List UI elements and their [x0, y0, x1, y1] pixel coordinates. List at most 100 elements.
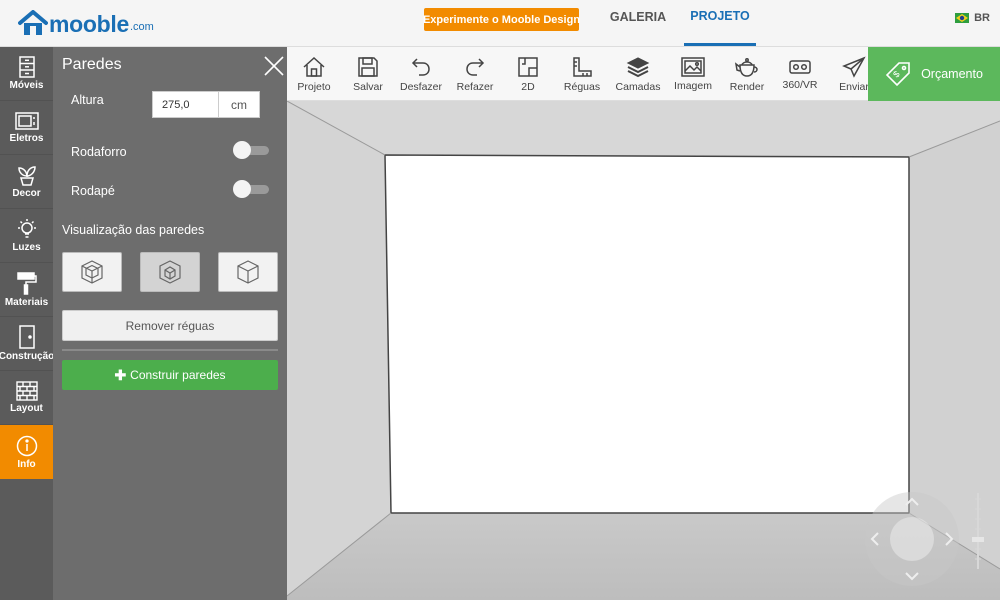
zoom-slider[interactable]: [972, 491, 984, 571]
svg-text:$: $: [891, 69, 902, 80]
build-walls-label: Construir paredes: [130, 368, 226, 382]
sidebar-item-layout[interactable]: Layout: [0, 371, 53, 425]
view-walls-full-button[interactable]: [62, 252, 122, 292]
teapot-icon: [734, 57, 758, 77]
paint-roller-icon: [16, 272, 37, 295]
sidebar-item-label: Construção: [0, 351, 55, 362]
info-icon: [16, 435, 37, 456]
toolbar-label: Render: [729, 80, 765, 93]
wall-view-label: Visualização das paredes: [62, 223, 205, 237]
walls-panel: Paredes Altura cm Rodaforro Rodapé Visua…: [53, 47, 287, 600]
toolbar-label: Refazer: [456, 80, 494, 93]
floorplan-icon: [518, 56, 538, 77]
try-mooble-design-button[interactable]: Experimente o Mooble Design: [423, 8, 580, 31]
close-panel-button[interactable]: [263, 55, 285, 77]
category-sidebar: Móveis Eletros Decor Luzes Materiais Con…: [0, 47, 55, 600]
toolbar-label: Imagem: [674, 79, 712, 92]
sidebar-item-eletros[interactable]: Eletros: [0, 101, 53, 155]
panel-title: Paredes: [62, 56, 122, 73]
ruler-icon: [573, 56, 592, 77]
sidebar-item-label: Eletros: [9, 133, 44, 144]
app-window: mooble .com Experimente o Mooble Design …: [0, 0, 1000, 600]
toolbar-label: Projeto: [297, 80, 331, 93]
mooble-logo[interactable]: mooble .com: [18, 8, 154, 36]
sidebar-item-label: Materiais: [4, 297, 49, 308]
toolbar-label: Camadas: [615, 80, 661, 93]
height-input[interactable]: [152, 91, 219, 118]
cube-solid-icon: [237, 260, 259, 284]
sidebar-item-label: Layout: [10, 403, 43, 414]
toolbar-render-button[interactable]: Render: [723, 47, 771, 100]
undo-icon: [411, 57, 430, 76]
cube-cut-icon: [159, 260, 181, 284]
vr-headset-icon: [789, 59, 811, 74]
sidebar-item-moveis[interactable]: Móveis: [0, 47, 53, 101]
left-wall: [287, 101, 391, 596]
language-selector[interactable]: BR: [955, 12, 990, 24]
house-logo-icon: [18, 10, 48, 35]
tab-projeto[interactable]: PROJETO: [684, 0, 756, 46]
sidebar-item-label: Luzes: [12, 242, 41, 253]
plant-icon: [17, 166, 36, 186]
lightbulb-icon: [17, 219, 36, 238]
view-walls-low-button[interactable]: [218, 252, 278, 292]
toolbar-label: Réguas: [563, 80, 601, 93]
top-header: mooble .com Experimente o Mooble Design …: [0, 0, 1000, 47]
close-icon: [264, 56, 284, 76]
3d-viewport[interactable]: [287, 101, 1000, 600]
redo-icon: [466, 57, 485, 76]
rodape-toggle[interactable]: [233, 180, 269, 198]
main-toolbar: Projeto Salvar Desfazer Refazer 2D Régua…: [287, 47, 868, 101]
toolbar-projeto-button[interactable]: Projeto: [291, 47, 337, 100]
toolbar-imagem-button[interactable]: Imagem: [669, 47, 717, 100]
budget-button[interactable]: $ Orçamento: [868, 47, 1000, 101]
sidebar-item-decor[interactable]: Decor: [0, 155, 53, 209]
home-icon: [303, 56, 325, 77]
microwave-icon: [14, 112, 39, 130]
image-icon: [681, 56, 705, 77]
toolbar-label: 2D: [521, 80, 535, 93]
save-icon: [358, 56, 378, 77]
logo-suffix: .com: [129, 21, 154, 33]
height-label: Altura: [71, 93, 104, 107]
door-icon: [18, 325, 35, 349]
sidebar-item-label: Móveis: [9, 80, 44, 91]
rodaforro-toggle[interactable]: [233, 141, 269, 159]
toolbar-enviar-button[interactable]: Enviar: [831, 47, 868, 100]
price-tag-icon: $: [885, 62, 910, 87]
toolbar-salvar-button[interactable]: Salvar: [345, 47, 391, 100]
toolbar-desfazer-button[interactable]: Desfazer: [397, 47, 445, 100]
sidebar-item-materiais[interactable]: Materiais: [0, 263, 53, 317]
remove-rulers-button[interactable]: Remover réguas: [62, 310, 278, 341]
budget-label: Orçamento: [921, 67, 983, 81]
language-code: BR: [974, 12, 990, 24]
send-icon: [842, 56, 866, 78]
back-wall: [384, 154, 910, 514]
height-unit: cm: [218, 91, 260, 118]
toolbar-camadas-button[interactable]: Camadas: [613, 47, 663, 100]
sidebar-item-info[interactable]: Info: [0, 425, 53, 479]
sidebar-item-label: Decor: [12, 188, 41, 199]
cabinet-icon: [18, 56, 35, 78]
plus-icon: ✚: [114, 366, 127, 383]
rodape-label: Rodapé: [71, 184, 115, 198]
panel-divider: [62, 349, 278, 351]
brazil-flag-icon: [955, 13, 970, 23]
logo-wordmark: mooble: [49, 11, 129, 37]
toolbar-label: Salvar: [353, 80, 383, 93]
camera-navigation-control[interactable]: [864, 491, 960, 587]
toolbar-2d-button[interactable]: 2D: [507, 47, 549, 100]
sidebar-item-construcao[interactable]: Construção: [0, 317, 55, 371]
toolbar-label: Enviar: [839, 80, 868, 93]
view-walls-cut-button[interactable]: [140, 252, 200, 292]
toolbar-reguas-button[interactable]: Réguas: [559, 47, 605, 100]
tab-galeria[interactable]: GALERIA: [600, 0, 676, 46]
toolbar-label: Desfazer: [399, 80, 442, 93]
toolbar-360vr-button[interactable]: 360/VR: [777, 47, 823, 100]
cube-outline-icon: [81, 260, 103, 284]
build-walls-button[interactable]: ✚ Construir paredes: [62, 360, 278, 390]
toolbar-refazer-button[interactable]: Refazer: [451, 47, 499, 100]
rodaforro-label: Rodaforro: [71, 145, 127, 159]
sidebar-item-luzes[interactable]: Luzes: [0, 209, 53, 263]
sidebar-item-label: Info: [17, 458, 36, 470]
